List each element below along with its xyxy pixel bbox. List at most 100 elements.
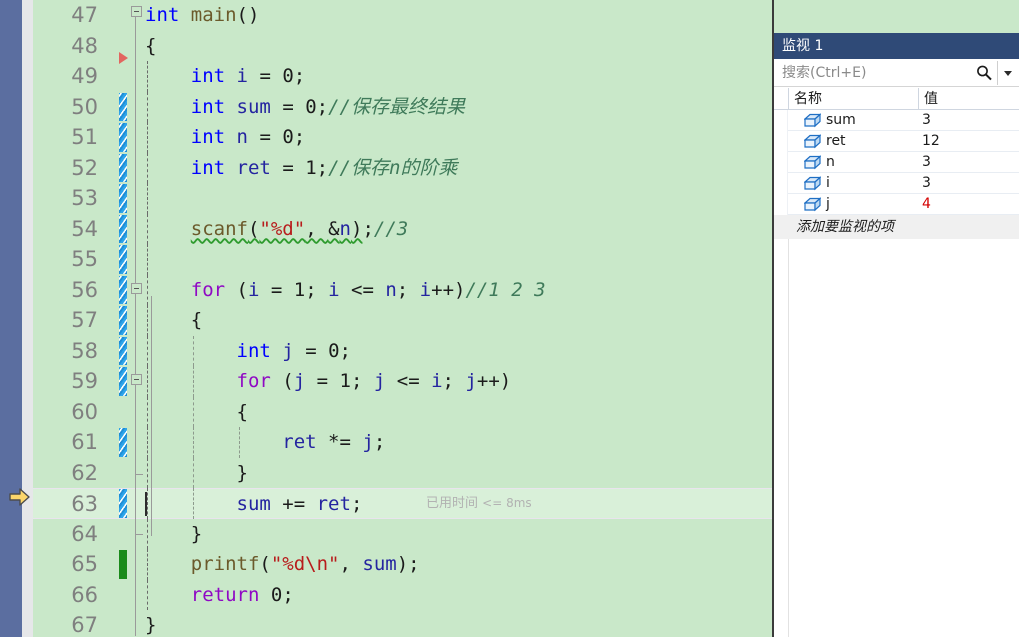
code-line[interactable]: 52 int ret = 1;//保存n的阶乘 (33, 153, 772, 184)
watch-row[interactable]: n3 (774, 152, 1019, 173)
code-line[interactable]: 48 { (33, 31, 772, 62)
code-line[interactable]: 47 int main() (33, 0, 772, 31)
watch-add-item-row[interactable]: 添加要监视的项 (774, 215, 1019, 239)
code-line[interactable]: 59 for (j = 1; j <= i; j++) (33, 366, 772, 397)
code-line[interactable]: 58 int j = 0; (33, 336, 772, 367)
code-line[interactable]: 64 } (33, 519, 772, 550)
code-line[interactable]: 60 { (33, 397, 772, 428)
outline-vertical-main (135, 16, 136, 636)
line-number: 60 (71, 399, 98, 424)
indent-guide (147, 274, 148, 305)
code-line-text: scanf("%d", &n);//3 (190, 217, 409, 240)
elapsed-time-diagnostic: 已用时间 <= 8ms (426, 488, 532, 519)
collapse-box-for-inner[interactable] (131, 374, 142, 385)
code-line-text: int sum = 0;//保存最终结果 (190, 95, 465, 118)
line-number: 52 (71, 155, 98, 180)
indent-guide (147, 61, 148, 92)
watch-variable-name[interactable]: j (826, 194, 830, 215)
code-line-text: int i = 0; (190, 65, 306, 87)
variable-box-icon (803, 197, 822, 212)
watch-row-gutter (774, 152, 788, 173)
code-line[interactable]: 57 { (33, 305, 772, 336)
indent-guide (192, 488, 194, 519)
code-editor[interactable]: 47 int main() 48{49 int i = 0; 50 int sum =… (33, 0, 772, 637)
watch-row[interactable]: j4 (774, 194, 1019, 215)
line-number: 64 (71, 521, 98, 546)
line-number: 51 (71, 125, 98, 149)
indent-guide (147, 122, 148, 153)
code-line-text: return 0; (190, 583, 294, 606)
watch-variable-name[interactable]: i (826, 173, 830, 194)
search-options-chevron-down-icon[interactable] (997, 61, 1017, 85)
code-line[interactable]: 50 int sum = 0;//保存最终结果 (33, 92, 772, 123)
code-line-text: { (145, 309, 203, 331)
indent-guide (147, 457, 148, 488)
indent-guide (192, 457, 194, 488)
collapse-box-main[interactable] (131, 6, 142, 17)
watch-row[interactable]: ret 12 (774, 131, 1019, 152)
line-number: 65 (71, 552, 98, 576)
code-line[interactable]: 61 ret *= j; (33, 427, 772, 458)
indent-guide (147, 518, 148, 549)
outline-vertical-for-inner (151, 388, 152, 480)
watch-variable-value[interactable]: 3 (922, 110, 931, 131)
code-line[interactable]: 55 (33, 244, 772, 275)
code-line[interactable]: 63 sum += ret; (33, 488, 772, 519)
watch-column-name-header[interactable]: 名称 (794, 88, 822, 110)
code-line-text: } (145, 614, 157, 636)
code-line[interactable]: 67} (33, 610, 772, 637)
line-number: 48 (71, 33, 98, 58)
indent-guide (147, 152, 148, 183)
breakpoint-indicator-margin[interactable] (22, 0, 33, 637)
watch-header-divider-left (788, 88, 789, 110)
indent-guide (147, 305, 148, 336)
watch-window: 监视 1 名称 值 sum3ret12n3i3j4添加要监视的项 (772, 0, 1019, 637)
unsaved-change-bar (119, 306, 127, 335)
indent-guide (147, 335, 148, 366)
code-line-text: } (145, 461, 248, 484)
watch-search-input[interactable] (780, 62, 970, 84)
run-to-cursor-glyph-icon[interactable] (119, 52, 128, 64)
watch-variable-value[interactable]: 3 (922, 173, 931, 194)
search-icon[interactable] (975, 64, 993, 82)
code-line[interactable]: 49 int i = 0; (33, 61, 772, 92)
code-line-text: int j = 0; (236, 339, 351, 362)
watch-search-bar[interactable] (774, 59, 1019, 87)
watch-variable-name[interactable]: n (826, 152, 835, 173)
variable-box-icon (803, 113, 822, 128)
watch-row[interactable]: sum 3 (774, 110, 1019, 131)
debugger-screen: 47 int main() 48{49 int i = 0; 50 int sum =… (0, 0, 1019, 637)
variable-box-icon (803, 176, 822, 191)
indent-guide (147, 183, 148, 214)
code-line[interactable]: 65 printf("%d\n", sum); (33, 549, 772, 580)
line-number: 66 (71, 582, 98, 607)
code-line[interactable]: 66 return 0; (33, 580, 772, 611)
outline-end-tick-1 (135, 534, 143, 535)
watch-row[interactable]: i3 (774, 173, 1019, 194)
watch-header-divider-mid[interactable] (918, 88, 919, 110)
window-left-edge-strip (0, 0, 22, 637)
indent-guide (147, 213, 148, 244)
collapse-box-for-outer[interactable] (131, 283, 142, 294)
code-line[interactable]: 51 int n = 0; (33, 122, 772, 153)
watch-variable-value[interactable]: 12 (922, 131, 940, 152)
code-line[interactable]: 53 (33, 183, 772, 214)
watch-grid-header: 名称 值 (774, 88, 1019, 110)
watch-column-value-header[interactable]: 值 (924, 88, 938, 110)
watch-variable-name[interactable]: sum (826, 110, 856, 131)
code-line[interactable]: 62 } (33, 458, 772, 489)
watch-variable-value[interactable]: 4 (922, 194, 931, 215)
line-number: 56 (71, 277, 98, 302)
indent-guide (147, 579, 148, 610)
watch-row-gutter (774, 194, 788, 215)
code-line[interactable]: 56 for (i = 1; i <= n; i++)//1 2 3 (33, 275, 772, 306)
watch-variable-value[interactable]: 3 (922, 152, 931, 173)
unsaved-change-bar (119, 184, 127, 213)
line-number: 54 (71, 216, 98, 241)
watch-row-gutter (774, 110, 788, 131)
code-line[interactable]: 54 scanf("%d", &n);//3 (33, 214, 772, 245)
line-number: 63 (71, 492, 98, 516)
unsaved-change-bar (119, 275, 127, 304)
watch-variable-name[interactable]: ret (826, 131, 846, 152)
line-number: 59 (71, 369, 98, 393)
